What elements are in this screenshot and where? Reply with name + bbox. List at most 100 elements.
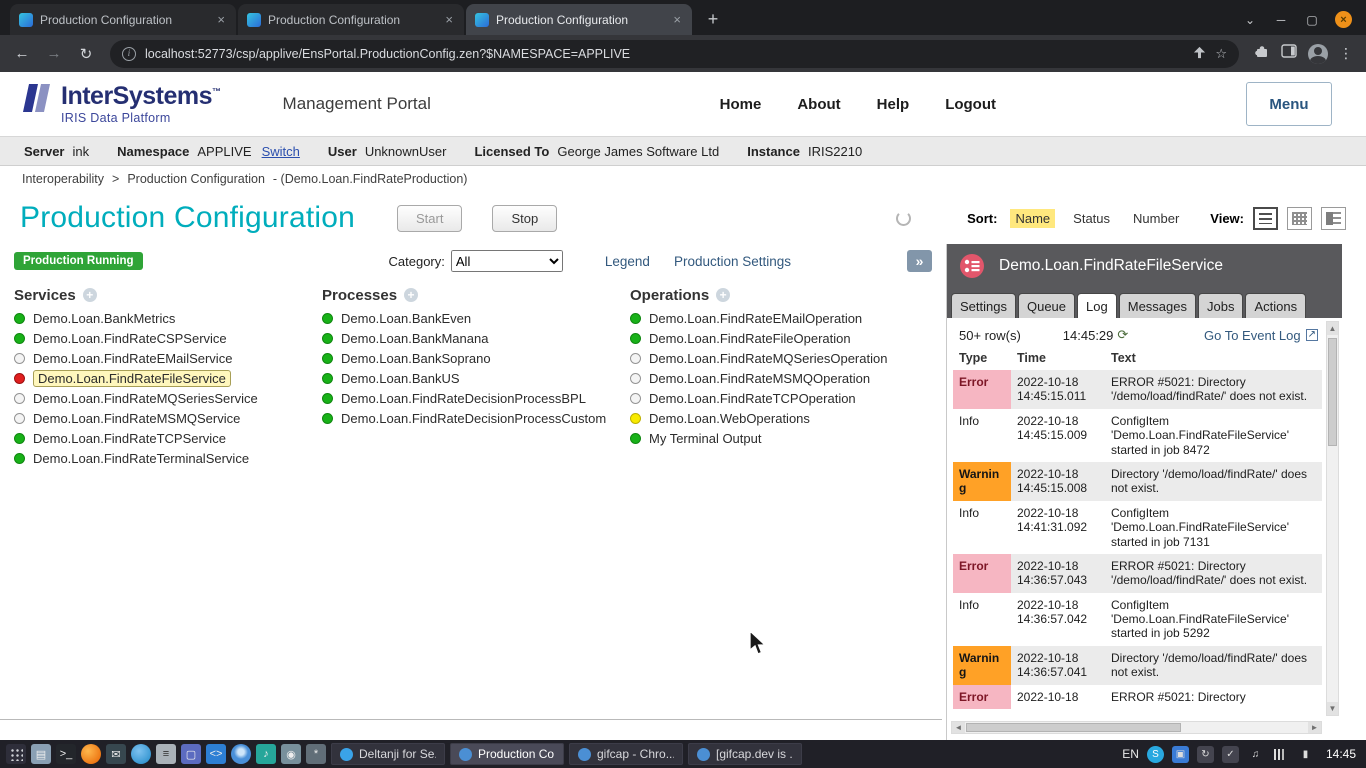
horizontal-scrollbar[interactable]: ◄ ►: [951, 721, 1322, 734]
extensions-puzzle-icon[interactable]: [1254, 43, 1270, 64]
sort-option-number[interactable]: Number: [1128, 209, 1184, 228]
forward-icon[interactable]: →: [40, 40, 68, 68]
vscode-icon[interactable]: <>: [206, 744, 226, 764]
bookmark-star-icon[interactable]: ☆: [1215, 46, 1227, 62]
config-item-process[interactable]: Demo.Loan.BankSoprano: [322, 348, 630, 368]
go-to-event-log-link[interactable]: Go To Event Log ↗: [1204, 328, 1318, 343]
add-service-icon[interactable]: +: [83, 288, 97, 302]
config-item-operation[interactable]: Demo.Loan.FindRateFileOperation: [630, 328, 938, 348]
scroll-left-icon[interactable]: ◄: [952, 722, 965, 733]
clock[interactable]: 14:45: [1326, 747, 1356, 761]
tab-jobs[interactable]: Jobs: [1198, 293, 1243, 318]
config-item-process[interactable]: Demo.Loan.FindRateDecisionProcessBPL: [322, 388, 630, 408]
browser-menu-icon[interactable]: ⋮: [1339, 45, 1353, 62]
camera-icon[interactable]: ▣: [1172, 746, 1189, 763]
nav-help[interactable]: Help: [877, 96, 910, 113]
add-process-icon[interactable]: +: [404, 288, 418, 302]
new-tab-button[interactable]: +: [700, 6, 726, 32]
sort-option-name[interactable]: Name: [1010, 209, 1055, 228]
config-item-process[interactable]: Demo.Loan.BankUS: [322, 368, 630, 388]
category-select[interactable]: All: [451, 250, 563, 272]
browser-icon[interactable]: [131, 744, 151, 764]
refresh-icon[interactable]: ⟳: [1117, 327, 1128, 343]
profile-avatar[interactable]: [1308, 44, 1328, 64]
horizontal-scroll-thumb[interactable]: [966, 723, 1181, 732]
settings-icon[interactable]: *: [306, 744, 326, 764]
screenshot-icon[interactable]: ◉: [281, 744, 301, 764]
terminal-icon[interactable]: >_: [56, 744, 76, 764]
taskbar-window-production[interactable]: Production Co...: [450, 743, 564, 765]
nav-home[interactable]: Home: [720, 96, 762, 113]
app-menu-icon[interactable]: [6, 744, 26, 764]
breadcrumb-production-configuration[interactable]: Production Configuration: [127, 172, 265, 186]
browser-tab-2[interactable]: Production Configuration ×: [238, 4, 464, 35]
scroll-right-icon[interactable]: ►: [1308, 722, 1321, 733]
scroll-down-icon[interactable]: ▼: [1327, 702, 1338, 715]
window-menu-icon[interactable]: ⌄: [1242, 12, 1258, 28]
switch-namespace-link[interactable]: Switch: [262, 144, 300, 159]
share-icon[interactable]: [1193, 46, 1206, 62]
config-item-service[interactable]: Demo.Loan.FindRateMQSeriesService: [14, 388, 322, 408]
config-item-operation[interactable]: My Terminal Output: [630, 428, 938, 448]
tab-close-icon[interactable]: ×: [443, 12, 455, 27]
volume-icon[interactable]: ♫: [1247, 746, 1264, 763]
menu-button[interactable]: Menu: [1246, 82, 1332, 126]
grid-view-icon[interactable]: [1287, 207, 1312, 230]
config-item-service[interactable]: Demo.Loan.FindRateCSPService: [14, 328, 322, 348]
firefox-icon[interactable]: [81, 744, 101, 764]
vertical-scroll-thumb[interactable]: [1328, 338, 1337, 446]
skype-icon[interactable]: S: [1147, 746, 1164, 763]
tab-close-icon[interactable]: ×: [215, 12, 227, 27]
nav-about[interactable]: About: [797, 96, 840, 113]
expand-panel-button[interactable]: »: [907, 250, 932, 272]
network-icon[interactable]: [1272, 746, 1289, 763]
tab-close-icon[interactable]: ×: [671, 12, 683, 27]
chromium-icon[interactable]: [231, 744, 251, 764]
mail-icon[interactable]: ✉: [106, 744, 126, 764]
breadcrumb-interoperability[interactable]: Interoperability: [22, 172, 104, 186]
config-item-operation[interactable]: Demo.Loan.FindRateMQSeriesOperation: [630, 348, 938, 368]
tab-settings[interactable]: Settings: [951, 293, 1016, 318]
config-item-process[interactable]: Demo.Loan.FindRateDecisionProcessCustom: [322, 408, 630, 428]
taskbar-window-deltanji[interactable]: Deltanji for Se...: [331, 743, 445, 765]
browser-tab-3[interactable]: Production Configuration ×: [466, 4, 692, 35]
config-item-operation[interactable]: Demo.Loan.FindRateTCPOperation: [630, 388, 938, 408]
media-icon[interactable]: ♪: [256, 744, 276, 764]
language-indicator[interactable]: EN: [1122, 747, 1139, 761]
sort-option-status[interactable]: Status: [1068, 209, 1115, 228]
config-item-service[interactable]: Demo.Loan.FindRateTCPService: [14, 428, 322, 448]
back-icon[interactable]: ←: [8, 40, 36, 68]
files-icon[interactable]: ▢: [181, 744, 201, 764]
production-settings-link[interactable]: Production Settings: [674, 254, 791, 269]
nav-logout[interactable]: Logout: [945, 96, 996, 113]
legend-link[interactable]: Legend: [605, 254, 650, 269]
taskbar-window-gifcap[interactable]: gifcap - Chro...: [569, 743, 683, 765]
vertical-scrollbar[interactable]: ▲ ▼: [1326, 321, 1339, 716]
file-manager-icon[interactable]: ▤: [31, 744, 51, 764]
config-item-service-selected[interactable]: Demo.Loan.FindRateFileService: [14, 368, 322, 388]
config-item-process[interactable]: Demo.Loan.BankManana: [322, 328, 630, 348]
list-view-icon[interactable]: [1253, 207, 1278, 230]
config-item-operation[interactable]: Demo.Loan.FindRateEMailOperation: [630, 308, 938, 328]
notes-icon[interactable]: ≡: [156, 744, 176, 764]
config-item-service[interactable]: Demo.Loan.FindRateMSMQService: [14, 408, 322, 428]
taskbar-window-gifcap-dev[interactable]: [gifcap.dev is ...: [688, 743, 802, 765]
tab-messages[interactable]: Messages: [1119, 293, 1196, 318]
split-view-icon[interactable]: [1321, 207, 1346, 230]
window-minimize-icon[interactable]: ─: [1273, 12, 1289, 28]
tab-log[interactable]: Log: [1077, 293, 1117, 318]
window-close-icon[interactable]: ×: [1335, 11, 1352, 28]
scroll-up-icon[interactable]: ▲: [1327, 322, 1338, 335]
stop-button[interactable]: Stop: [492, 205, 557, 232]
sync-icon[interactable]: ↻: [1197, 746, 1214, 763]
window-maximize-icon[interactable]: ▢: [1304, 12, 1320, 28]
config-item-service[interactable]: Demo.Loan.FindRateEMailService: [14, 348, 322, 368]
config-item-operation[interactable]: Demo.Loan.FindRateMSMQOperation: [630, 368, 938, 388]
config-item-service[interactable]: Demo.Loan.BankMetrics: [14, 308, 322, 328]
tab-queue[interactable]: Queue: [1018, 293, 1075, 318]
power-icon[interactable]: ▮: [1297, 746, 1314, 763]
address-bar[interactable]: i localhost:52773/csp/applive/EnsPortal.…: [110, 40, 1239, 68]
config-item-operation[interactable]: Demo.Loan.WebOperations: [630, 408, 938, 428]
site-info-icon[interactable]: i: [122, 47, 136, 61]
browser-tab-1[interactable]: Production Configuration ×: [10, 4, 236, 35]
